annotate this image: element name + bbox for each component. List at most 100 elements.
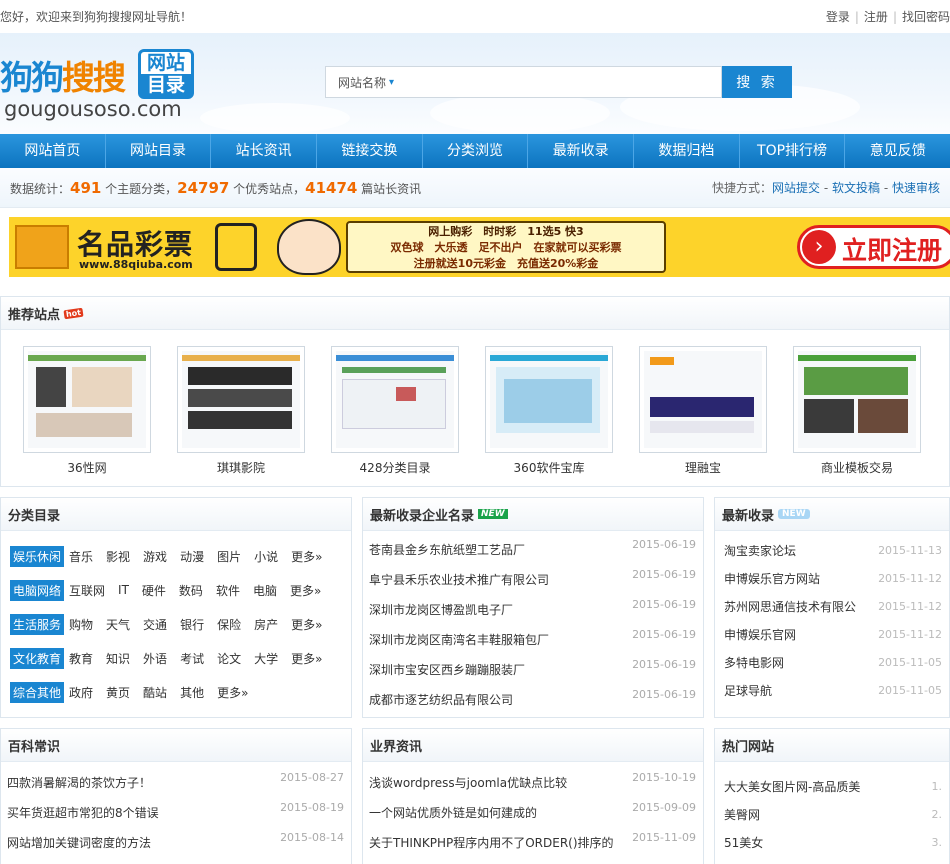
category-row: 娱乐休闲 音乐 影视 游戏 动漫 图片 小说 更多» bbox=[1, 539, 351, 573]
list-item[interactable]: 四款消暑解渴的茶饮方子！ 2015-08-27 bbox=[1, 767, 351, 797]
list-item[interactable]: 足球导航 2015-11-05 bbox=[715, 676, 949, 704]
list-item[interactable]: 浅谈wordpress与joomla优缺点比较 2015-10-19 bbox=[363, 767, 703, 797]
category-tag[interactable]: 综合其他 bbox=[10, 681, 65, 703]
more-link[interactable]: 更多» bbox=[217, 684, 248, 701]
register-link[interactable]: 注册 bbox=[864, 8, 888, 25]
list-item[interactable]: 多特电影网 2015-11-05 bbox=[715, 648, 949, 676]
category-link[interactable]: 其他 bbox=[180, 684, 204, 701]
nav-top-ranking[interactable]: TOP排行榜 bbox=[740, 134, 846, 168]
category-tag[interactable]: 电脑网络 bbox=[10, 579, 65, 601]
nav-directory[interactable]: 网站目录 bbox=[106, 134, 212, 168]
category-link[interactable]: 图片 bbox=[217, 548, 241, 565]
list-item[interactable]: 网站增加关键词密度的方法 2015-08-14 bbox=[1, 827, 351, 857]
category-link[interactable]: 天气 bbox=[106, 616, 130, 633]
list-item[interactable]: 一个网站优质外链是如何建成的 2015-09-09 bbox=[363, 797, 703, 827]
category-link[interactable]: 政府 bbox=[69, 684, 93, 701]
fast-review-link[interactable]: 快速审核 bbox=[892, 181, 940, 195]
list-item[interactable]: 美臀网 2. bbox=[715, 800, 949, 828]
list-item[interactable]: 成都市逐艺纺织品有限公司 2015-06-19 bbox=[363, 684, 703, 714]
list-item[interactable]: 深圳市龙岗区南湾名丰鞋服箱包厂 2015-06-19 bbox=[363, 624, 703, 654]
category-tag[interactable]: 生活服务 bbox=[10, 613, 65, 635]
list-item[interactable]: 阜宁县禾乐农业技术推广有限公司 2015-06-19 bbox=[363, 564, 703, 594]
category-link[interactable]: 交通 bbox=[143, 616, 167, 633]
nav-archive[interactable]: 数据归档 bbox=[634, 134, 740, 168]
site-logo[interactable]: 狗狗搜搜 网站 目录 gougousoso.com bbox=[0, 47, 200, 127]
list-item[interactable]: 苍南县金乡东航纸塑工艺品厂 2015-06-19 bbox=[363, 534, 703, 564]
category-link[interactable]: 游戏 bbox=[143, 548, 167, 565]
site-count: 24797 bbox=[177, 178, 230, 197]
industry-header: 业界资讯 bbox=[363, 729, 703, 762]
list-item[interactable]: 深圳市宝安区西乡蹦蹦服装厂 2015-06-19 bbox=[363, 654, 703, 684]
banner-register-button[interactable]: › 立即注册 bbox=[797, 225, 950, 269]
nav-latest[interactable]: 最新收录 bbox=[528, 134, 635, 168]
category-link[interactable]: 黄页 bbox=[106, 684, 130, 701]
submit-article-link[interactable]: 软文投稿 bbox=[832, 181, 880, 195]
recommended-site[interactable]: 428分类目录 bbox=[331, 346, 485, 476]
wiki-header: 百科常识 bbox=[1, 729, 351, 762]
list-item[interactable]: 深圳市龙岗区博盈凯电子厂 2015-06-19 bbox=[363, 594, 703, 624]
category-link[interactable]: 保险 bbox=[217, 616, 241, 633]
search-input[interactable] bbox=[408, 66, 722, 98]
list-item[interactable]: 关于THINKPHP程序内用不了ORDER()排序的 2015-11-09 bbox=[363, 827, 703, 857]
list-item[interactable]: 大大美女图片网-高品质美 1. bbox=[715, 772, 949, 800]
category-link[interactable]: 数码 bbox=[179, 582, 203, 599]
category-link[interactable]: 电脑 bbox=[253, 582, 277, 599]
more-link[interactable]: 更多» bbox=[291, 616, 322, 633]
stats-bar: 数据统计：491 个主题分类，24797 个优秀站点，41474 篇站长资讯 快… bbox=[0, 168, 950, 208]
category-row: 生活服务 购物 天气 交通 银行 保险 房产 更多» bbox=[1, 607, 351, 641]
category-link[interactable]: IT bbox=[118, 583, 129, 597]
search-type-select[interactable]: 网站名称 ▾ bbox=[325, 66, 408, 98]
forgot-password-link[interactable]: 找回密码 bbox=[902, 8, 950, 25]
category-link[interactable]: 硬件 bbox=[142, 582, 166, 599]
welcome-text: 您好，欢迎来到狗狗搜搜网址导航！ bbox=[0, 10, 193, 24]
list-item[interactable]: 申博娱乐官方网站 2015-11-12 bbox=[715, 564, 949, 592]
recommended-site[interactable]: 理融宝 bbox=[639, 346, 793, 476]
category-link[interactable]: 房产 bbox=[254, 616, 278, 633]
category-link[interactable]: 购物 bbox=[69, 616, 93, 633]
category-tag[interactable]: 文化教育 bbox=[10, 647, 65, 669]
category-link[interactable]: 酷站 bbox=[143, 684, 167, 701]
list-item[interactable]: 51美女 3. bbox=[715, 828, 949, 856]
cloud-decoration bbox=[200, 103, 350, 133]
category-link[interactable]: 考试 bbox=[180, 650, 204, 667]
recommended-site[interactable]: 360软件宝库 bbox=[485, 346, 639, 476]
category-link[interactable]: 动漫 bbox=[180, 548, 204, 565]
nav-feedback[interactable]: 意见反馈 bbox=[845, 134, 950, 168]
category-link[interactable]: 软件 bbox=[216, 582, 240, 599]
more-link[interactable]: 更多» bbox=[291, 548, 322, 565]
category-link[interactable]: 教育 bbox=[69, 650, 93, 667]
arrow-right-icon: › bbox=[802, 230, 836, 264]
list-item[interactable]: 买年货逛超市常犯的8个错误 2015-08-19 bbox=[1, 797, 351, 827]
category-link[interactable]: 论文 bbox=[217, 650, 241, 667]
more-link[interactable]: 更多» bbox=[291, 650, 322, 667]
list-item[interactable]: 苏州网思通信技术有限公 2015-11-12 bbox=[715, 592, 949, 620]
category-link[interactable]: 大学 bbox=[254, 650, 278, 667]
recommended-site[interactable]: 商业模板交易 bbox=[793, 346, 947, 476]
nav-webmaster-news[interactable]: 站长资讯 bbox=[211, 134, 318, 168]
category-link[interactable]: 音乐 bbox=[69, 548, 93, 565]
recommended-site[interactable]: 琪琪影院 bbox=[177, 346, 331, 476]
cartoon-face-icon bbox=[277, 219, 341, 275]
category-link[interactable]: 知识 bbox=[106, 650, 130, 667]
ad-banner[interactable]: 名品彩票 www.88qiuba.com 网上购彩 时时彩 11选5 快3 双色… bbox=[9, 217, 950, 277]
category-link[interactable]: 互联网 bbox=[69, 582, 105, 599]
nav-link-exchange[interactable]: 链接交换 bbox=[317, 134, 423, 168]
chevron-down-icon: ▾ bbox=[389, 76, 395, 88]
category-link[interactable]: 外语 bbox=[143, 650, 167, 667]
list-item[interactable]: 淘宝卖家论坛 2015-11-13 bbox=[715, 536, 949, 564]
submit-site-link[interactable]: 网站提交 bbox=[772, 181, 820, 195]
nav-home[interactable]: 网站首页 bbox=[0, 134, 106, 168]
category-link[interactable]: 小说 bbox=[254, 548, 278, 565]
more-link[interactable]: 更多» bbox=[290, 582, 321, 599]
category-link[interactable]: 银行 bbox=[180, 616, 204, 633]
login-link[interactable]: 登录 bbox=[826, 8, 850, 25]
recommended-site[interactable]: 36性网 bbox=[23, 346, 177, 476]
list-item[interactable]: 申博娱乐官网 2015-11-12 bbox=[715, 620, 949, 648]
category-link[interactable]: 影视 bbox=[106, 548, 130, 565]
site-thumbnail bbox=[798, 351, 916, 448]
category-tag[interactable]: 娱乐休闲 bbox=[10, 545, 65, 567]
site-thumbnail bbox=[644, 351, 762, 448]
category-row: 文化教育 教育 知识 外语 考试 论文 大学 更多» bbox=[1, 641, 351, 675]
nav-category-browse[interactable]: 分类浏览 bbox=[423, 134, 529, 168]
search-button[interactable]: 搜 索 bbox=[722, 66, 792, 98]
